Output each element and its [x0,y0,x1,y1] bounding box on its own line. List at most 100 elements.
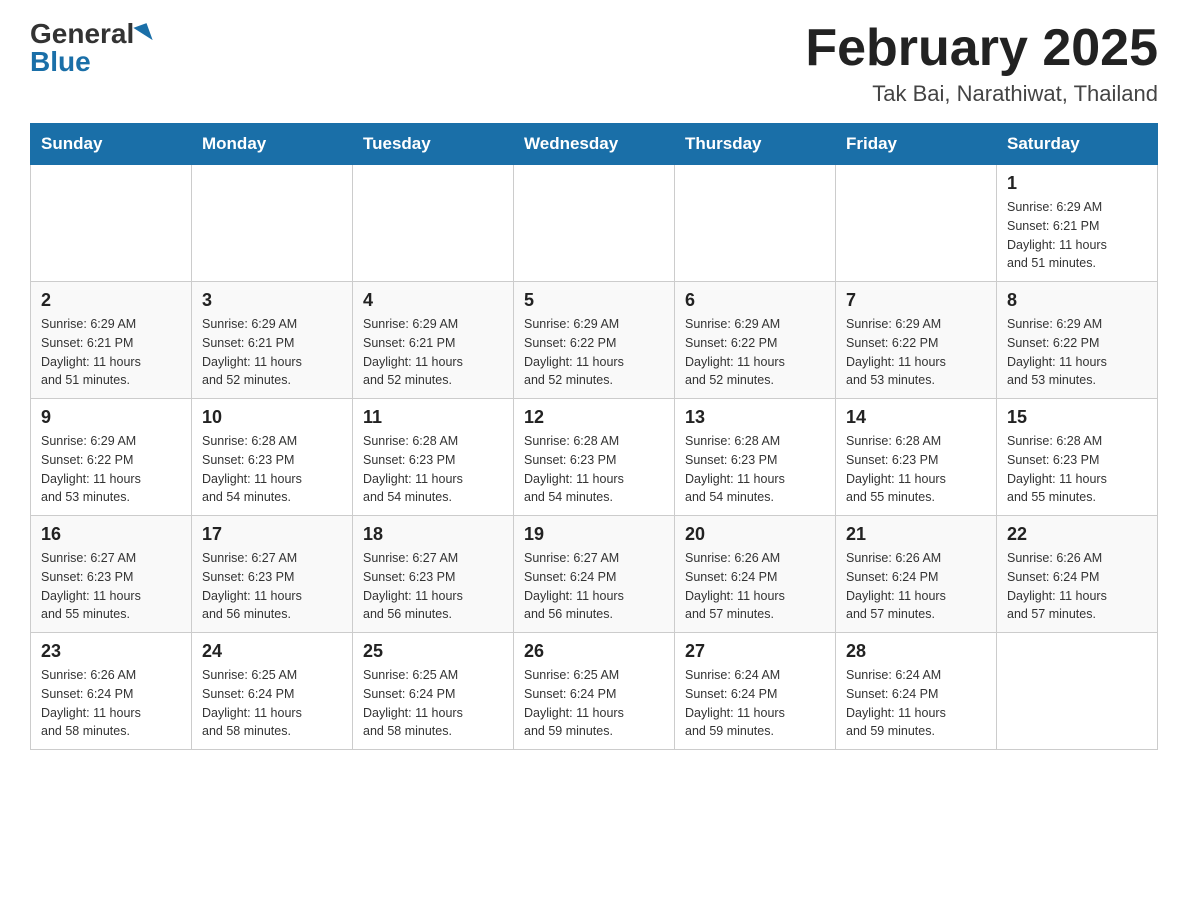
calendar-cell: 21 Sunrise: 6:26 AM Sunset: 6:24 PM Dayli… [836,516,997,633]
header-saturday: Saturday [997,124,1158,165]
calendar-table: SundayMondayTuesdayWednesdayThursdayFrid… [30,123,1158,750]
day-number: 24 [202,641,342,662]
day-info: Sunrise: 6:26 AM Sunset: 6:24 PM Dayligh… [1007,549,1147,624]
day-info: Sunrise: 6:29 AM Sunset: 6:22 PM Dayligh… [846,315,986,390]
week-row-3: 9 Sunrise: 6:29 AM Sunset: 6:22 PM Daylig… [31,399,1158,516]
day-info: Sunrise: 6:29 AM Sunset: 6:21 PM Dayligh… [202,315,342,390]
day-info: Sunrise: 6:29 AM Sunset: 6:21 PM Dayligh… [363,315,503,390]
day-info: Sunrise: 6:29 AM Sunset: 6:22 PM Dayligh… [524,315,664,390]
week-row-2: 2 Sunrise: 6:29 AM Sunset: 6:21 PM Daylig… [31,282,1158,399]
page-header: General Blue February 2025 Tak Bai, Nara… [30,20,1158,107]
calendar-cell: 2 Sunrise: 6:29 AM Sunset: 6:21 PM Daylig… [31,282,192,399]
day-number: 2 [41,290,181,311]
day-info: Sunrise: 6:26 AM Sunset: 6:24 PM Dayligh… [846,549,986,624]
day-info: Sunrise: 6:29 AM Sunset: 6:21 PM Dayligh… [41,315,181,390]
calendar-cell: 14 Sunrise: 6:28 AM Sunset: 6:23 PM Dayli… [836,399,997,516]
calendar-cell: 22 Sunrise: 6:26 AM Sunset: 6:24 PM Dayli… [997,516,1158,633]
day-info: Sunrise: 6:27 AM Sunset: 6:23 PM Dayligh… [363,549,503,624]
day-number: 10 [202,407,342,428]
calendar-cell: 19 Sunrise: 6:27 AM Sunset: 6:24 PM Dayli… [514,516,675,633]
day-number: 20 [685,524,825,545]
calendar-cell: 16Sunrise: 6:27 AM Sunset: 6:23 PM Dayli… [31,516,192,633]
calendar-cell: 3 Sunrise: 6:29 AM Sunset: 6:21 PM Daylig… [192,282,353,399]
day-number: 17 [202,524,342,545]
day-number: 18 [363,524,503,545]
week-row-4: 16Sunrise: 6:27 AM Sunset: 6:23 PM Dayli… [31,516,1158,633]
day-number: 28 [846,641,986,662]
calendar-cell: 4 Sunrise: 6:29 AM Sunset: 6:21 PM Daylig… [353,282,514,399]
day-info: Sunrise: 6:27 AM Sunset: 6:23 PM Dayligh… [202,549,342,624]
day-number: 15 [1007,407,1147,428]
day-info: Sunrise: 6:29 AM Sunset: 6:22 PM Dayligh… [1007,315,1147,390]
day-number: 7 [846,290,986,311]
calendar-cell: 18 Sunrise: 6:27 AM Sunset: 6:23 PM Dayli… [353,516,514,633]
day-info: Sunrise: 6:24 AM Sunset: 6:24 PM Dayligh… [685,666,825,741]
day-number: 4 [363,290,503,311]
day-number: 26 [524,641,664,662]
calendar-cell [675,165,836,282]
day-number: 3 [202,290,342,311]
logo-blue-text: Blue [30,48,91,76]
day-number: 14 [846,407,986,428]
day-info: Sunrise: 6:28 AM Sunset: 6:23 PM Dayligh… [363,432,503,507]
calendar-cell: 10 Sunrise: 6:28 AM Sunset: 6:23 PM Dayli… [192,399,353,516]
day-info: Sunrise: 6:25 AM Sunset: 6:24 PM Dayligh… [202,666,342,741]
calendar-cell: 28Sunrise: 6:24 AM Sunset: 6:24 PM Dayli… [836,633,997,750]
header-sunday: Sunday [31,124,192,165]
day-info: Sunrise: 6:25 AM Sunset: 6:24 PM Dayligh… [524,666,664,741]
calendar-cell: 26 Sunrise: 6:25 AM Sunset: 6:24 PM Dayli… [514,633,675,750]
day-info: Sunrise: 6:28 AM Sunset: 6:23 PM Dayligh… [202,432,342,507]
day-info: Sunrise: 6:28 AM Sunset: 6:23 PM Dayligh… [1007,432,1147,507]
day-number: 9 [41,407,181,428]
day-number: 13 [685,407,825,428]
week-row-1: 1Sunrise: 6:29 AM Sunset: 6:21 PM Daylig… [31,165,1158,282]
calendar-cell [997,633,1158,750]
day-info: Sunrise: 6:28 AM Sunset: 6:23 PM Dayligh… [685,432,825,507]
calendar-cell: 15 Sunrise: 6:28 AM Sunset: 6:23 PM Dayli… [997,399,1158,516]
day-number: 5 [524,290,664,311]
calendar-cell: 17 Sunrise: 6:27 AM Sunset: 6:23 PM Dayli… [192,516,353,633]
calendar-cell: 7 Sunrise: 6:29 AM Sunset: 6:22 PM Daylig… [836,282,997,399]
day-number: 1 [1007,173,1147,194]
day-number: 21 [846,524,986,545]
header-wednesday: Wednesday [514,124,675,165]
calendar-cell: 23 Sunrise: 6:26 AM Sunset: 6:24 PM Dayli… [31,633,192,750]
day-info: Sunrise: 6:29 AM Sunset: 6:22 PM Dayligh… [41,432,181,507]
calendar-cell: 5 Sunrise: 6:29 AM Sunset: 6:22 PM Daylig… [514,282,675,399]
calendar-cell: 11 Sunrise: 6:28 AM Sunset: 6:23 PM Dayli… [353,399,514,516]
header-friday: Friday [836,124,997,165]
day-info: Sunrise: 6:27 AM Sunset: 6:23 PM Dayligh… [41,549,181,624]
day-number: 27 [685,641,825,662]
header-monday: Monday [192,124,353,165]
calendar-cell: 8 Sunrise: 6:29 AM Sunset: 6:22 PM Daylig… [997,282,1158,399]
day-info: Sunrise: 6:27 AM Sunset: 6:24 PM Dayligh… [524,549,664,624]
day-number: 11 [363,407,503,428]
calendar-cell [31,165,192,282]
day-number: 12 [524,407,664,428]
calendar-cell: 6Sunrise: 6:29 AM Sunset: 6:22 PM Daylig… [675,282,836,399]
day-info: Sunrise: 6:29 AM Sunset: 6:22 PM Dayligh… [685,315,825,390]
calendar-cell: 25Sunrise: 6:25 AM Sunset: 6:24 PM Dayli… [353,633,514,750]
day-info: Sunrise: 6:28 AM Sunset: 6:23 PM Dayligh… [524,432,664,507]
day-info: Sunrise: 6:26 AM Sunset: 6:24 PM Dayligh… [685,549,825,624]
calendar-cell: 9 Sunrise: 6:29 AM Sunset: 6:22 PM Daylig… [31,399,192,516]
day-info: Sunrise: 6:26 AM Sunset: 6:24 PM Dayligh… [41,666,181,741]
logo: General Blue [30,20,150,76]
logo-arrow-icon [134,23,153,45]
calendar-cell [836,165,997,282]
day-info: Sunrise: 6:28 AM Sunset: 6:23 PM Dayligh… [846,432,986,507]
calendar-cell: 13 Sunrise: 6:28 AM Sunset: 6:23 PM Dayli… [675,399,836,516]
calendar-cell [514,165,675,282]
calendar-cell: 1Sunrise: 6:29 AM Sunset: 6:21 PM Daylig… [997,165,1158,282]
calendar-cell: 27 Sunrise: 6:24 AM Sunset: 6:24 PM Dayli… [675,633,836,750]
calendar-cell [353,165,514,282]
day-number: 23 [41,641,181,662]
day-number: 22 [1007,524,1147,545]
day-info: Sunrise: 6:25 AM Sunset: 6:24 PM Dayligh… [363,666,503,741]
day-number: 19 [524,524,664,545]
day-number: 8 [1007,290,1147,311]
calendar-subtitle: Tak Bai, Narathiwat, Thailand [805,81,1158,107]
calendar-header-row: SundayMondayTuesdayWednesdayThursdayFrid… [31,124,1158,165]
header-thursday: Thursday [675,124,836,165]
header-tuesday: Tuesday [353,124,514,165]
